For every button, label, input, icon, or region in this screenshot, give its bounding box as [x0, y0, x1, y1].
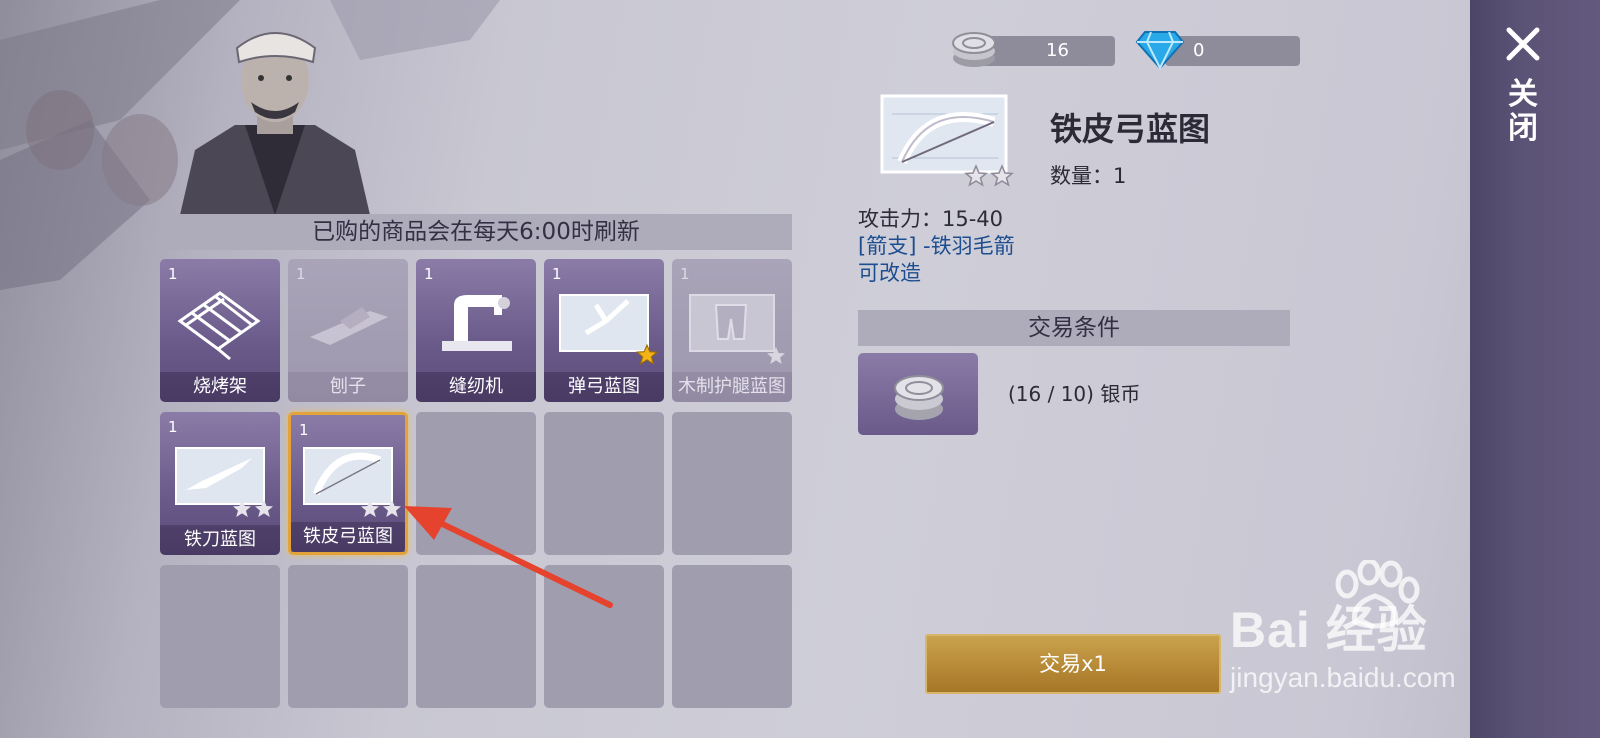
close-label[interactable]: 关闭 — [1506, 78, 1540, 146]
item-name: 木制护腿蓝图 — [672, 372, 792, 402]
item-stats: 攻击力：15-40 [箭支] -铁羽毛箭 可改造 — [858, 206, 1015, 287]
gem-amount: 0 — [1193, 40, 1205, 61]
shop-item-bow-blueprint[interactable]: 1 铁皮弓蓝图 — [288, 412, 408, 555]
rarity-star-icon — [233, 500, 273, 517]
shop-item-grill[interactable]: 1 烧烤架 — [160, 259, 280, 402]
close-icon[interactable] — [1505, 26, 1541, 62]
shop-item-leg-guard-blueprint[interactable]: 1 木制护腿蓝图 — [672, 259, 792, 402]
wood-plane-icon — [310, 307, 388, 345]
attack-stat: 攻击力：15-40 — [858, 207, 1004, 231]
empty-slot[interactable] — [160, 565, 280, 708]
shop-item-knife-blueprint[interactable]: 1 铁刀蓝图 — [160, 412, 280, 555]
red-arrow-annotation — [404, 506, 613, 608]
diamond-icon — [1135, 31, 1185, 70]
item-name: 弹弓蓝图 — [544, 372, 664, 402]
shop-item-slingshot-blueprint[interactable]: 1 弹弓蓝图 — [544, 259, 664, 402]
baidu-watermark: Bai 经验 jingyan.baidu.com — [1225, 560, 1525, 710]
ammo-link[interactable]: [箭支] -铁羽毛箭 — [858, 233, 1015, 260]
silver-amount: 16 — [1046, 40, 1069, 61]
refresh-notice: 已购的商品会在每天6:00时刷新 — [160, 214, 792, 250]
upgradable-link[interactable]: 可改造 — [858, 260, 1015, 287]
bow-blueprint-icon — [880, 94, 1014, 187]
item-name: 缝纫机 — [416, 372, 536, 402]
empty-slot[interactable] — [672, 565, 792, 708]
shop-grid: 1 烧烤架 1 刨子 1 缝纫机 1 弹弓蓝图 1 木制护腿蓝图 1 铁刀蓝图 … — [160, 259, 794, 709]
empty-slot[interactable] — [288, 565, 408, 708]
condition-item-slot — [858, 353, 978, 435]
silver-coin-icon — [894, 375, 944, 420]
trade-conditions-header: 交易条件 — [858, 310, 1290, 346]
item-count: 数量：1 — [1050, 164, 1127, 188]
shop-item-sewing-machine[interactable]: 1 缝纫机 — [416, 259, 536, 402]
shop-item-wood-plane[interactable]: 1 刨子 — [288, 259, 408, 402]
item-name: 刨子 — [288, 372, 408, 402]
rarity-star-icon — [361, 500, 401, 517]
trade-button[interactable]: 交易x1 — [925, 634, 1221, 694]
condition-requirement: (16 / 10) 银币 — [1008, 382, 1141, 406]
watermark-url: jingyan.baidu.com — [1230, 662, 1456, 693]
grill-icon — [177, 291, 261, 361]
empty-slot[interactable] — [672, 412, 792, 555]
sewing-machine-icon — [442, 295, 512, 351]
rarity-star-icon — [636, 344, 658, 366]
rarity-star-icon — [767, 347, 785, 364]
item-title: 铁皮弓蓝图 — [1050, 110, 1211, 148]
silver-currency: 16 — [950, 32, 1115, 67]
merchant-portrait — [180, 32, 370, 215]
item-name: 烧烤架 — [160, 372, 280, 402]
item-name: 铁刀蓝图 — [160, 525, 280, 555]
silver-coin-icon — [952, 32, 996, 67]
item-name: 铁皮弓蓝图 — [291, 522, 405, 552]
watermark-brand: Bai 经验 — [1230, 602, 1428, 658]
gem-currency: 0 — [1135, 31, 1300, 70]
